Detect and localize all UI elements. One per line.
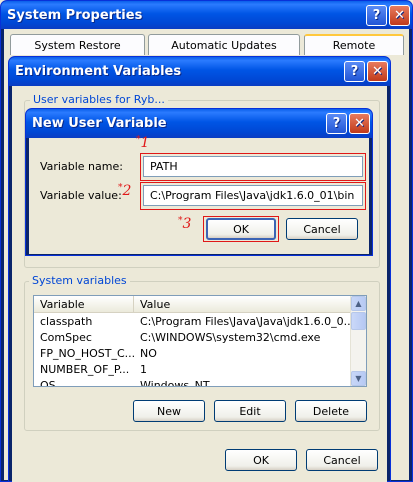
list-scrollbar[interactable]: ▲ ▼	[350, 296, 366, 386]
table-row[interactable]: OS Windows_NT	[34, 377, 366, 387]
new-user-variable-title: New User Variable	[32, 116, 167, 131]
row-variable: ComSpec	[40, 330, 92, 344]
env-ok-button[interactable]: OK	[225, 449, 297, 471]
column-header-value[interactable]: Value	[134, 296, 352, 312]
step-marker-2: *2	[118, 183, 132, 199]
scroll-down-button[interactable]: ▼	[351, 371, 366, 386]
tab-label: Automatic Updates	[171, 38, 277, 52]
system-properties-title: System Properties	[7, 7, 143, 23]
system-variables-label: System variables	[29, 274, 130, 287]
variable-value-value: C:\Program Files\Java\jdk1.6.0_01\bin	[150, 189, 355, 202]
close-icon: ✕	[394, 7, 405, 23]
variable-value-field[interactable]: C:\Program Files\Java\jdk1.6.0_01\bin	[143, 185, 363, 206]
environment-variables-titlebar: Environment Variables ? ✕	[9, 57, 390, 86]
new-button[interactable]: New	[133, 400, 205, 422]
table-row[interactable]: classpath C:\Program Files\Java\Java\jdk…	[34, 313, 366, 329]
tab-automatic-updates[interactable]: Automatic Updates	[148, 34, 300, 55]
row-value: C:\WINDOWS\system32\cmd.exe	[140, 330, 321, 344]
close-button[interactable]: ✕	[367, 61, 388, 82]
tab-label: Remote	[332, 39, 376, 52]
list-header: Variable Value	[34, 296, 352, 313]
scroll-thumb[interactable]	[351, 312, 366, 330]
scroll-up-button[interactable]: ▲	[351, 296, 366, 311]
tab-system-restore[interactable]: System Restore	[10, 34, 145, 55]
close-icon: ✕	[372, 64, 383, 79]
new-user-variable-titlebar: New User Variable ? ✕	[26, 109, 372, 138]
help-button[interactable]: ?	[326, 113, 347, 134]
table-row[interactable]: ComSpec C:\WINDOWS\system32\cmd.exe	[34, 329, 366, 345]
variable-name-field[interactable]: PATH	[143, 156, 363, 177]
step-marker-3: *3	[178, 216, 192, 232]
table-row[interactable]: FP_NO_HOST_C... NO	[34, 345, 366, 361]
variable-name-label: Variable name:	[40, 160, 123, 173]
system-variables-list[interactable]: Variable Value classpath C:\Program File…	[33, 295, 367, 387]
close-button[interactable]: ✕	[349, 113, 370, 134]
table-row[interactable]: NUMBER_OF_P... 1	[34, 361, 366, 377]
tab-label: System Restore	[34, 38, 121, 52]
environment-variables-title: Environment Variables	[15, 64, 182, 79]
help-icon: ?	[350, 64, 359, 79]
row-value: NO	[140, 346, 157, 360]
user-variables-label: User variables for Ryb...	[30, 93, 168, 106]
delete-button[interactable]: Delete	[295, 400, 367, 422]
step-marker-1: *1	[136, 135, 150, 151]
tab-remote[interactable]: Remote	[304, 34, 404, 55]
help-button[interactable]: ?	[344, 61, 365, 82]
variable-name-value: PATH	[150, 160, 178, 173]
row-value: C:\Program Files\Java\Java\jdk1.6.0_0...	[140, 314, 352, 328]
row-value: Windows_NT	[140, 378, 210, 387]
edit-button[interactable]: Edit	[214, 400, 286, 422]
chevron-down-icon: ▼	[355, 374, 362, 383]
row-value: 1	[140, 362, 147, 376]
help-icon: ?	[372, 7, 381, 23]
close-button[interactable]: ✕	[389, 4, 410, 26]
cancel-button[interactable]: Cancel	[286, 218, 358, 240]
help-button[interactable]: ?	[366, 4, 387, 26]
row-variable: OS	[40, 378, 56, 387]
row-variable: FP_NO_HOST_C...	[40, 346, 134, 360]
variable-value-label: Variable value:	[40, 189, 122, 202]
env-cancel-button[interactable]: Cancel	[306, 449, 378, 471]
system-properties-titlebar: System Properties ? ✕	[1, 1, 412, 29]
chevron-up-icon: ▲	[355, 299, 362, 308]
row-variable: NUMBER_OF_P...	[40, 362, 130, 376]
ok-button[interactable]: OK	[206, 218, 276, 240]
help-icon: ?	[332, 116, 341, 131]
close-icon: ✕	[354, 116, 365, 131]
column-header-variable[interactable]: Variable	[34, 296, 134, 312]
row-variable: classpath	[40, 314, 93, 328]
